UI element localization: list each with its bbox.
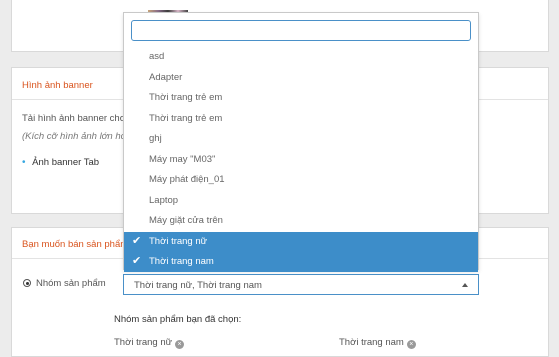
dropdown-option-label: asd	[149, 51, 165, 62]
dropdown-option-label: Máy may "M03"	[149, 153, 216, 165]
banner-tab-label: Ảnh banner Tab	[32, 157, 100, 168]
dropdown-option-label: Adapter	[149, 71, 183, 83]
check-icon: ✔	[132, 255, 142, 267]
banner-tab-row: • Ảnh banner Tab	[22, 157, 99, 168]
dropdown-option-label: Máy phát điện_01	[149, 174, 225, 185]
dropdown-option[interactable]: ✔ Thời trang nữ	[124, 231, 478, 252]
dropdown-option-label: Thời trang nữ	[149, 235, 208, 247]
dropdown-option[interactable]: Laptop	[124, 191, 478, 211]
product-group-radio[interactable]	[23, 279, 31, 287]
product-group-dropdown: asd Adapter Thời trang trẻ em Thời trang tr…	[123, 12, 479, 272]
bullet-icon: •	[22, 157, 26, 168]
dropdown-option[interactable]: Thời trang trẻ em	[124, 88, 478, 108]
dropdown-option[interactable]: Thời trang trẻ em	[124, 109, 478, 129]
dropdown-option[interactable]: Máy giặt cửa trên	[124, 211, 478, 231]
dropdown-option[interactable]: Adapter	[124, 68, 478, 88]
chosen-chip-1: Thời trang nữ ×	[114, 337, 185, 349]
dropdown-option-label: Thời trang trẻ em	[149, 92, 223, 103]
dropdown-option[interactable]: Máy may "M03"	[124, 150, 478, 170]
banner-upload-text: Tải hình ảnh banner cho c	[22, 113, 133, 124]
dropdown-option-label: Thời trang nam	[149, 256, 214, 267]
dropdown-option-label: Máy giặt cửa trên	[149, 215, 223, 226]
remove-chip-icon[interactable]: ×	[175, 340, 185, 349]
dropdown-option-label: Thời trang trẻ em	[149, 112, 223, 124]
product-group-label: Nhóm sản phẩm	[36, 278, 106, 289]
sell-section-title: Bạn muốn bán sản phẩm	[22, 239, 129, 250]
dropdown-option-label: Laptop	[149, 194, 179, 206]
chosen-chip-2: Thời trang nam ×	[339, 337, 416, 349]
banner-section-title: Hình ảnh banner	[22, 80, 93, 91]
dropdown-option[interactable]: ✔ Thời trang nam	[124, 252, 478, 272]
remove-chip-icon[interactable]: ×	[406, 340, 416, 349]
banner-size-note: (Kích cỡ hình ảnh lớn hơn	[22, 131, 132, 142]
dropdown-option[interactable]: ghj	[124, 129, 478, 149]
product-group-select-value: Thời trang nữ, Thời trang nam	[134, 280, 262, 291]
dropdown-option[interactable]: asd	[124, 47, 478, 67]
dropdown-search-input[interactable]	[131, 20, 471, 41]
caret-up-icon	[462, 283, 468, 287]
dropdown-option[interactable]: Máy phát điện_01	[124, 170, 478, 190]
chosen-chip-label: Thời trang nữ	[114, 337, 173, 348]
dropdown-option-label: ghj	[149, 133, 162, 144]
chosen-heading: Nhóm sản phẩm bạn đã chọn:	[114, 314, 242, 325]
product-group-select[interactable]: Thời trang nữ, Thời trang nam	[123, 274, 479, 295]
chosen-chip-label: Thời trang nam	[339, 337, 404, 348]
check-icon: ✔	[132, 234, 142, 247]
